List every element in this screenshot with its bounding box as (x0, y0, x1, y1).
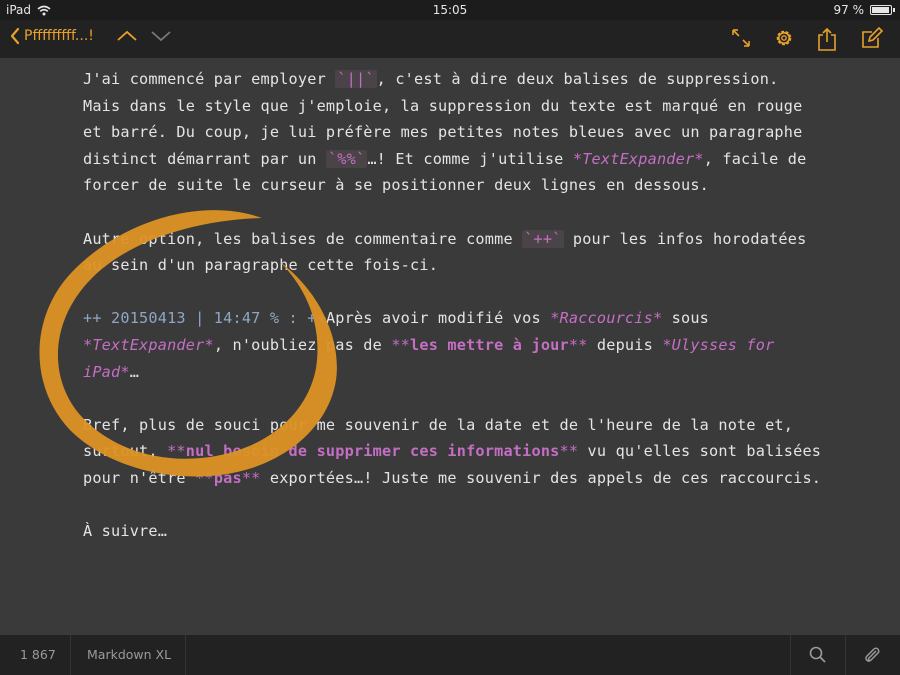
emphasis-text: *TextExpander* (83, 335, 214, 354)
status-bar: iPad 15:05 97 % (0, 0, 900, 20)
paragraph-3: ++ 20150413 | 14:47 % : ++Après avoir mo… (83, 305, 823, 385)
strong-marker: ** (241, 468, 261, 487)
compose-icon[interactable] (860, 26, 884, 50)
battery-icon (870, 5, 895, 15)
inline-comment: ++ 20150413 | 14:47 % : ++ (83, 309, 326, 328)
text-run: sous (662, 309, 719, 328)
divider (790, 635, 791, 675)
chevron-left-icon (10, 27, 20, 45)
emphasis-text: *TextExpander* (572, 149, 704, 168)
text-run: exportées…! Juste me souvenir des appels… (260, 468, 822, 487)
text-run: …! Et comme j'utilise (367, 149, 573, 168)
back-label: Pfffffffff...! (24, 28, 94, 44)
strong-text: **nul besoin de supprimer ces informatio… (167, 442, 578, 460)
bottom-bar: 1 867 Markdown XL (0, 635, 900, 675)
inline-code: `||` (335, 70, 377, 88)
toolbar: Pfffffffff...! (0, 20, 900, 58)
text-run: … (129, 362, 140, 381)
text-run: Autre option, les balises de commentaire… (83, 229, 523, 248)
strong-text: **les mettre à jour** (391, 336, 587, 354)
paragraph-5: À suivre… (83, 522, 168, 541)
divider (70, 635, 71, 675)
text-run: Après avoir modifié vos (325, 309, 551, 328)
paragraph-4: Bref, plus de souci pour me souvenir de … (83, 412, 823, 492)
status-time: 15:05 (432, 3, 468, 17)
inline-code: `%%` (325, 149, 368, 168)
previous-sheet-button[interactable] (116, 29, 138, 43)
next-sheet-button[interactable] (150, 29, 172, 43)
markup-selector[interactable]: Markdown XL (87, 635, 171, 675)
battery-percent: 97 % (833, 3, 865, 17)
fullscreen-button[interactable] (729, 26, 753, 50)
paragraph-1: J'ai commencé par employer `||`, c'est à… (83, 66, 823, 199)
gear-icon[interactable] (772, 26, 796, 50)
text-editor[interactable]: J'ai commencé par employer `||`, c'est à… (83, 66, 823, 571)
share-icon[interactable] (815, 26, 839, 52)
strong-marker: ** (559, 442, 579, 461)
text-run: J'ai commencé par employer (83, 70, 336, 88)
strong-marker: ** (391, 335, 411, 354)
strong-text: **pas** (195, 469, 260, 487)
divider (845, 635, 846, 675)
emphasis-text: *Raccourcis* (550, 309, 663, 328)
text-run: depuis (587, 335, 663, 354)
divider (185, 635, 186, 675)
paragraph-2: Autre option, les balises de commentaire… (83, 226, 823, 279)
strong-content: nul besoin de supprimer ces informations (185, 442, 560, 461)
back-button[interactable]: Pfffffffff...! (10, 27, 94, 45)
strong-marker: ** (195, 468, 214, 487)
strong-content: pas (213, 468, 242, 487)
inline-code: `++` (522, 229, 564, 248)
text-run: , n'oubliez pas de (213, 335, 392, 354)
strong-marker: ** (568, 335, 588, 354)
search-icon[interactable] (808, 645, 828, 665)
paperclip-icon[interactable] (862, 645, 882, 665)
strong-content: les mettre à jour (410, 335, 569, 354)
strong-marker: ** (167, 442, 186, 461)
word-count[interactable]: 1 867 (20, 635, 56, 675)
